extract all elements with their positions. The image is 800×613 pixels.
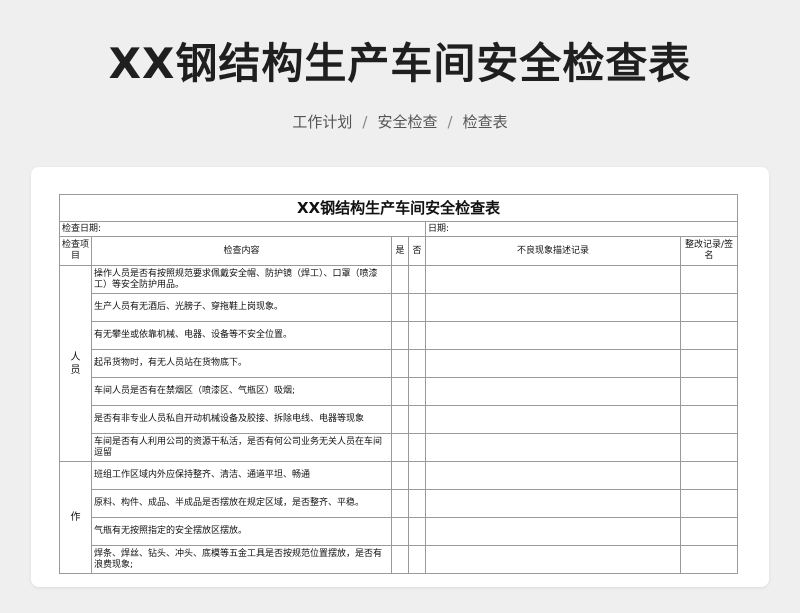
table-row: 车间是否有人利用公司的资源干私活，是否有何公司业务无关人员在车间逗留 — [60, 433, 739, 462]
sheet-title: XX钢结构生产车间安全检查表 — [58, 194, 739, 222]
defect-cell — [425, 517, 681, 546]
rectify-cell — [679, 349, 739, 378]
check-item-content: 起吊货物时，有无人员站在货物底下。 — [91, 349, 392, 378]
yes-cell — [391, 517, 409, 546]
table-row: 气瓶有无按照指定的安全摆放区摆放。 — [60, 517, 739, 546]
yes-cell — [391, 489, 409, 518]
table-row: 生产人员有无酒后、光膀子、穿拖鞋上岗现象。 — [60, 293, 739, 322]
check-item-content: 有无攀坐或依靠机械、电器、设备等不安全位置。 — [91, 321, 392, 350]
table-row: 原料、构件、成品、半成品是否摆放在规定区域，是否整齐、平稳。 — [60, 489, 739, 518]
table-row: 作 班组工作区域内外应保持整齐、清洁、通道平坦、畅通 — [59, 461, 739, 574]
category-label: 人员 — [70, 351, 81, 376]
breadcrumb-item-checklist: 检查表 — [462, 113, 508, 131]
check-item-content: 生产人员有无酒后、光膀子、穿拖鞋上岗现象。 — [91, 293, 392, 322]
yes-cell — [391, 265, 409, 294]
defect-cell — [425, 377, 681, 406]
check-item-content: 焊条、焊丝、钻头、冲头、底模等五金工具是否按规范位置摆放，是否有浪费现象; — [91, 545, 392, 574]
breadcrumb-separator: / — [362, 113, 368, 131]
col-header-no: 否 — [408, 236, 426, 266]
no-cell — [408, 321, 426, 350]
check-item-content: 是否有非专业人员私自开动机械设备及胶接、拆除电线、电器等现象 — [91, 405, 392, 434]
col-header-content: 检查内容 — [91, 236, 392, 266]
table-row: 有无攀坐或依靠机械、电器、设备等不安全位置。 — [60, 321, 739, 350]
yes-cell — [391, 433, 409, 462]
defect-cell — [425, 489, 681, 518]
date-label: 日期: — [424, 221, 739, 237]
no-cell — [408, 517, 426, 546]
check-item-content: 操作人员是否有按照规范要求佩戴安全帽、防护镜（焊工）、口罩（喷漆工）等安全防护用… — [91, 265, 392, 294]
rectify-cell — [679, 405, 739, 434]
yes-cell — [391, 545, 409, 574]
rectify-cell — [679, 545, 739, 574]
check-item-content: 班组工作区域内外应保持整齐、清洁、通道平坦、畅通 — [91, 461, 392, 490]
category-cell: 作 — [59, 461, 92, 574]
yes-cell — [391, 405, 409, 434]
rectify-cell — [679, 265, 739, 294]
breadcrumb-item-safety-check[interactable]: 安全检查 — [377, 113, 437, 131]
defect-cell — [425, 265, 681, 294]
no-cell — [408, 349, 426, 378]
defect-cell — [425, 321, 681, 350]
no-cell — [408, 545, 426, 574]
yes-cell — [391, 349, 409, 378]
no-cell — [408, 461, 426, 490]
breadcrumb: 工作计划 / 安全检查 / 检查表 — [0, 110, 800, 134]
defect-cell — [425, 545, 681, 574]
table-row: 车间人员是否有在禁烟区（喷漆区、气瓶区）吸烟; — [60, 377, 739, 406]
page-title: XX钢结构生产车间安全检查表 — [108, 39, 692, 88]
no-cell — [408, 433, 426, 462]
yes-cell — [391, 461, 409, 490]
check-date-label: 检查日期: — [59, 221, 426, 237]
col-header-defect: 不良现象描述记录 — [425, 236, 681, 266]
rectify-cell — [679, 517, 739, 546]
defect-cell — [425, 433, 681, 462]
table-row: 起吊货物时，有无人员站在货物底下。 — [60, 349, 739, 378]
col-header-rectify: 整改记录/签名 — [679, 236, 739, 266]
breadcrumb-item-work-plan[interactable]: 工作计划 — [292, 113, 352, 131]
no-cell — [408, 489, 426, 518]
table-row: 人员 操作人员是否有按照规范要求佩戴安全帽、防护镜（焊工）、口罩（喷漆工）等安全防… — [59, 265, 739, 462]
preview-card: XX钢结构生产车间安全检查表 检查日期: 日期: 检查项目 检查内容 是 否 不… — [31, 167, 769, 587]
defect-cell — [425, 293, 681, 322]
category-cell: 人员 — [59, 265, 92, 462]
yes-cell — [391, 293, 409, 322]
rectify-cell — [679, 293, 739, 322]
checklist-table: XX钢结构生产车间安全检查表 检查日期: 日期: 检查项目 检查内容 是 否 不… — [58, 194, 739, 574]
defect-cell — [425, 461, 681, 490]
check-item-content: 车间是否有人利用公司的资源干私活，是否有何公司业务无关人员在车间逗留 — [91, 433, 392, 462]
category-label: 作 — [70, 512, 81, 523]
rectify-cell — [679, 377, 739, 406]
rectify-cell — [679, 489, 739, 518]
no-cell — [408, 293, 426, 322]
col-header-yes: 是 — [391, 236, 409, 266]
checklist-body: XX钢结构生产车间安全检查表 检查日期: 日期: 检查项目 检查内容 是 否 不… — [58, 194, 739, 574]
column-header-row: 检查项目 检查内容 是 否 不良现象描述记录 整改记录/签名 — [59, 236, 739, 266]
defect-cell — [425, 405, 681, 434]
table-row: 是否有非专业人员私自开动机械设备及胶接、拆除电线、电器等现象 — [60, 405, 739, 434]
check-item-content: 车间人员是否有在禁烟区（喷漆区、气瓶区）吸烟; — [91, 377, 392, 406]
check-item-content: 原料、构件、成品、半成品是否摆放在规定区域，是否整齐、平稳。 — [91, 489, 392, 518]
yes-cell — [391, 321, 409, 350]
yes-cell — [391, 377, 409, 406]
breadcrumb-separator: / — [447, 113, 453, 131]
col-header-category: 检查项目 — [59, 236, 92, 266]
rectify-cell — [679, 321, 739, 350]
rectify-cell — [679, 461, 739, 490]
check-item-content: 气瓶有无按照指定的安全摆放区摆放。 — [91, 517, 392, 546]
rectify-cell — [679, 433, 739, 462]
table-row: 焊条、焊丝、钻头、冲头、底模等五金工具是否按规范位置摆放，是否有浪费现象; — [60, 545, 739, 574]
no-cell — [408, 405, 426, 434]
defect-cell — [425, 349, 681, 378]
no-cell — [408, 265, 426, 294]
date-row: 检查日期: 日期: — [59, 221, 739, 237]
no-cell — [408, 377, 426, 406]
